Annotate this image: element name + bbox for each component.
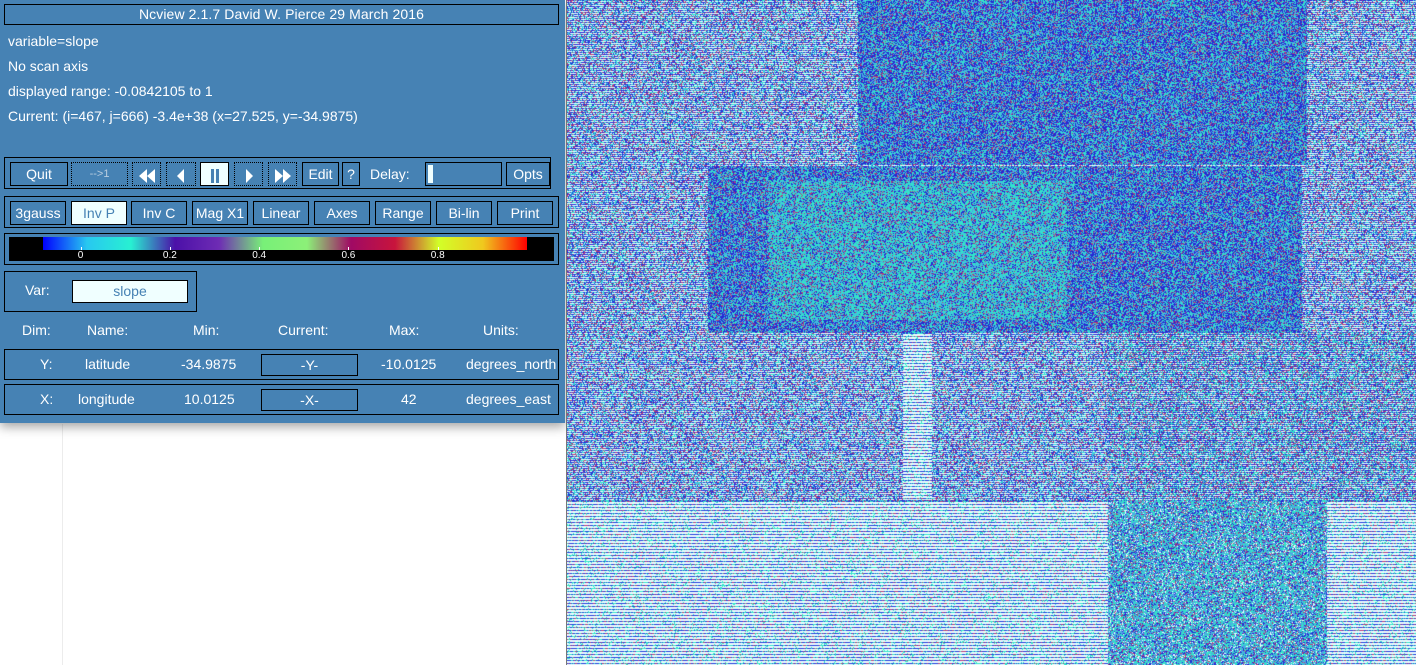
variable-slope-button[interactable]: slope	[72, 280, 188, 303]
scan-axis-info: No scan axis	[8, 58, 89, 74]
colorbar-tick-label: 0	[77, 250, 84, 261]
delay-slider[interactable]	[425, 162, 502, 186]
step-back-button[interactable]	[166, 162, 196, 186]
max-header: Max:	[389, 322, 420, 338]
colorbar-gradient	[43, 237, 527, 250]
current-value-info: Current: (i=467, j=666) -3.4e+38 (x=27.5…	[8, 108, 358, 124]
dim-min: -34.9875	[181, 356, 237, 372]
axes-button[interactable]: Axes	[314, 201, 370, 225]
dimension-row-longitude: X: longitude 10.0125 -X- 42 degrees_east	[4, 384, 559, 415]
dim-label: X:	[40, 391, 54, 407]
variable-selector: Var: slope	[4, 271, 197, 312]
colorbar-tick-label: 0.6	[341, 250, 356, 261]
mag-x1-button[interactable]: Mag X1	[192, 201, 248, 225]
colorbar-tick-label: 0.8	[430, 250, 445, 261]
colorbar-tick-label: 0.4	[252, 250, 267, 261]
current-header: Current:	[278, 322, 329, 338]
colorbar[interactable]: 0 0.2 0.4 0.6 0.8	[9, 237, 554, 261]
data-image-view[interactable]	[566, 0, 1416, 665]
slope-field-image[interactable]	[567, 0, 1416, 665]
range-button[interactable]: Range	[375, 201, 431, 225]
units-header: Units:	[483, 322, 519, 338]
dim-name[interactable]: latitude	[85, 356, 130, 372]
fast-rewind-button[interactable]	[132, 162, 161, 186]
pause-icon	[210, 169, 219, 183]
opts-button[interactable]: Opts	[506, 162, 550, 186]
delay-slider-thumb[interactable]	[428, 165, 433, 183]
colorbar-frame: 0 0.2 0.4 0.6 0.8	[4, 233, 559, 265]
dim-max: -10.0125	[381, 356, 437, 372]
colorbar-tick-label: 0.2	[162, 250, 177, 261]
3gauss-button[interactable]: 3gauss	[10, 201, 66, 225]
dim-current-button[interactable]: -X-	[261, 389, 358, 411]
dim-label: Y:	[40, 356, 53, 372]
inv-c-button[interactable]: Inv C	[131, 201, 187, 225]
linear-button[interactable]: Linear	[253, 201, 309, 225]
dim-min: 10.0125	[184, 391, 235, 407]
variable-info: variable=slope	[8, 33, 99, 49]
fast-forward-button[interactable]	[268, 162, 297, 186]
delay-label: Delay:	[370, 166, 410, 182]
dim-units: degrees_north	[466, 356, 557, 372]
step-forward-button[interactable]	[234, 162, 263, 186]
dim-units: degrees_east	[466, 391, 551, 407]
quit-button[interactable]: Quit	[10, 162, 68, 186]
step-back-icon	[177, 169, 184, 183]
edit-button[interactable]: Edit	[302, 162, 339, 186]
inv-p-button[interactable]: Inv P	[71, 201, 127, 225]
step-forward-icon	[245, 169, 253, 183]
playback-toolbar: Quit -->1 Edit ? Delay: Opts	[4, 157, 551, 189]
fast-rewind-icon	[138, 169, 155, 183]
var-label: Var:	[25, 282, 50, 298]
min-header: Min:	[193, 322, 220, 338]
dim-name[interactable]: longitude	[78, 391, 135, 407]
bi-lin-button[interactable]: Bi-lin	[436, 201, 492, 225]
dimension-row-latitude: Y: latitude -34.9875 -Y- -10.0125 degree…	[4, 349, 559, 380]
displayed-range-info: displayed range: -0.0842105 to 1	[8, 83, 213, 99]
restart-button[interactable]: -->1	[71, 162, 128, 186]
options-toolbar: 3gauss Inv P Inv C Mag X1 Linear Axes Ra…	[4, 196, 559, 228]
name-header: Name:	[87, 322, 129, 338]
fast-forward-icon	[274, 169, 291, 183]
print-button[interactable]: Print	[497, 201, 553, 225]
dim-header: Dim:	[22, 322, 51, 338]
help-button[interactable]: ?	[342, 162, 360, 186]
dim-current-button[interactable]: -Y-	[261, 354, 358, 376]
dim-max: 42	[401, 391, 417, 407]
background-divider	[62, 424, 63, 665]
pause-button[interactable]	[200, 162, 229, 186]
window-title: Ncview 2.1.7 David W. Pierce 29 March 20…	[4, 4, 559, 25]
ncview-control-panel: Ncview 2.1.7 David W. Pierce 29 March 20…	[0, 0, 565, 423]
